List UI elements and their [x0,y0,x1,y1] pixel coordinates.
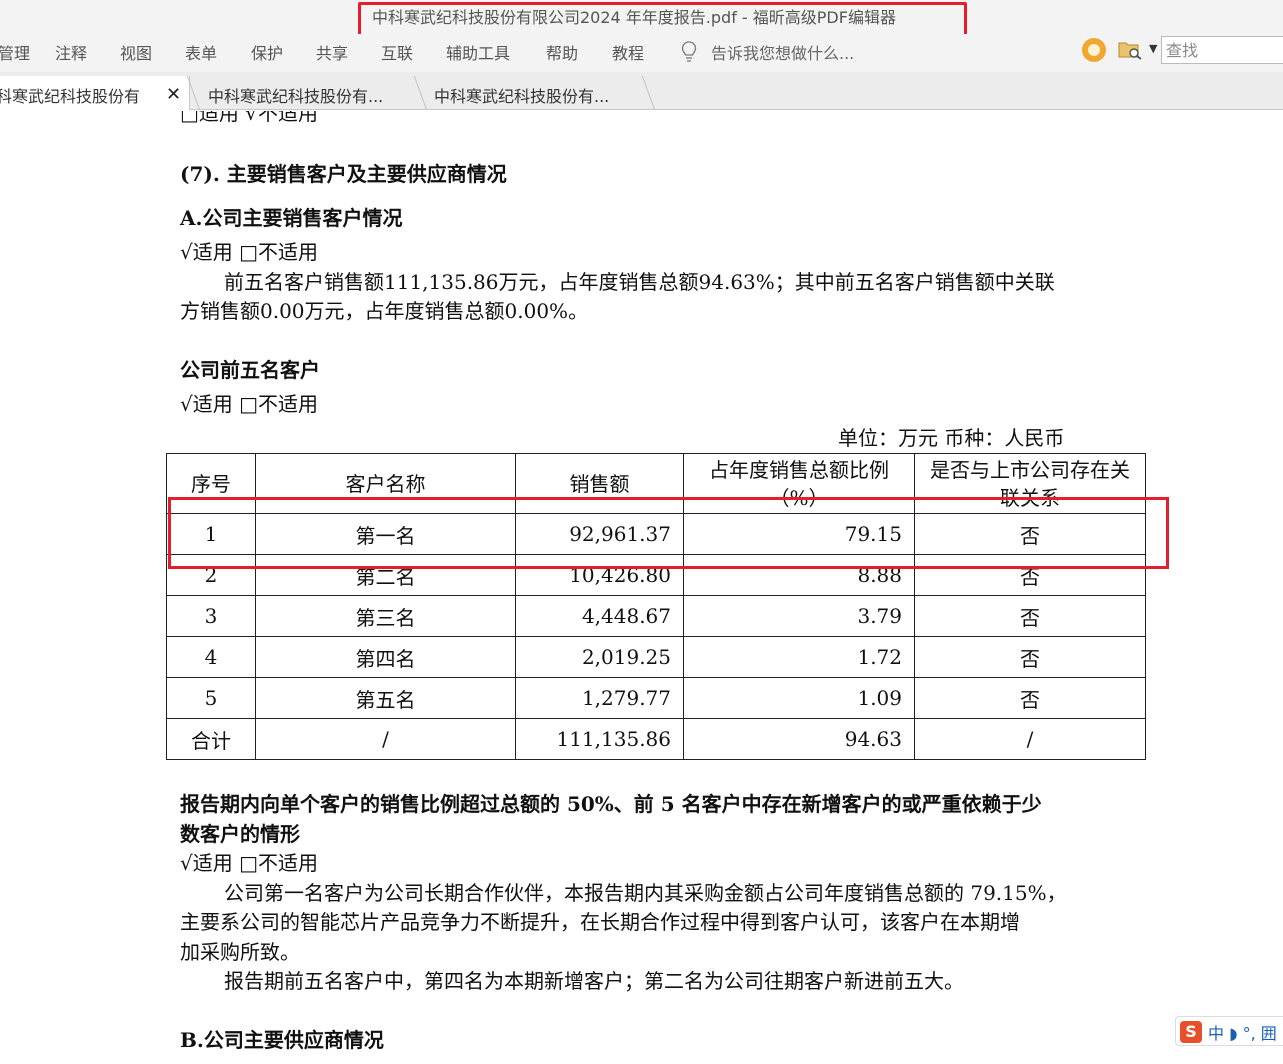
header-cell: 占年度销售总额比例（%） [683,453,915,514]
sogou-logo-icon: S [1180,1021,1202,1043]
table-cell: 第二名 [255,554,516,596]
menu-connect[interactable]: 互联 [381,40,413,64]
search-input[interactable] [1161,36,1283,64]
folder-search-icon[interactable] [1118,40,1142,60]
table-cell: 3 [166,595,256,637]
concentration-heading: 报告期内向单个客户的销售比例超过总额的 50%、前 5 名客户中存在新增客户的或… [180,792,1042,816]
table-row: 2 第二名 10,426.80 8.88 否 [166,554,1146,596]
feedback-smile-icon[interactable] [1082,38,1106,62]
table-cell: 否 [914,595,1146,637]
unit-line: 单位：万元 币种：人民币 [838,426,1065,450]
chevron-down-icon[interactable]: ▼ [1149,42,1157,55]
explanation-line: 报告期前五名客户中，第四名为本期新增客户；第二名为公司往期客户新进前五大。 [224,969,964,993]
table-cell: 3.79 [683,595,915,637]
menu-tutorial[interactable]: 教程 [612,40,644,64]
table-cell: 第四名 [255,636,516,678]
document-page: □适用 √不适用 (7). 主要销售客户及主要供应商情况 A.公司主要销售客户情… [0,111,1283,1064]
summary-text-line: 方销售额0.00万元，占年度销售总额0.00%。 [180,299,589,323]
ime-status: 中 ◗ °, 囲 [1208,1024,1277,1043]
table-cell: 否 [914,677,1146,719]
menu-accessibility[interactable]: 辅助工具 [446,40,510,64]
tell-me-input[interactable]: 告诉我您想做什么... [711,40,854,64]
table-cell: 4,448.67 [515,595,684,637]
table-cell: 否 [914,554,1146,596]
table-cell: 2 [166,554,256,596]
applicability-checkbox: √适用 □不适用 [180,392,318,416]
tab-label: 中科寒武纪科技股份有... [0,87,140,106]
explanation-line: 主要系公司的智能芯片产品竞争力不断提升，在长期合作过程中得到客户认可，该客户在本… [180,910,1020,934]
explanation-line: 加采购所致。 [180,940,300,964]
table-cell: 第一名 [255,513,516,555]
applicability-checkbox: √适用 □不适用 [180,851,318,875]
menu-manage[interactable]: 管理 [0,40,30,64]
table-cell: / [255,718,516,760]
table-cell: 92,961.37 [515,513,684,555]
tab-document-2[interactable]: 中科寒武纪科技股份有... [196,76,418,110]
menu-view[interactable]: 视图 [120,40,152,64]
table-cell: 79.15 [683,513,915,555]
tab-label: 中科寒武纪科技股份有... [208,87,384,106]
header-cell: 客户名称 [255,453,516,514]
header-cell: 序号 [166,453,256,514]
table-cell: 1.72 [683,636,915,678]
tab-label: 中科寒武纪科技股份有... [434,87,610,106]
close-icon[interactable]: ✕ [166,84,181,105]
table-cell: 1.09 [683,677,915,719]
table-cell: / [914,718,1146,760]
lightbulb-icon [681,41,697,62]
table-total-row: 合计 / 111,135.86 94.63 / [166,718,1146,760]
table-cell: 合计 [166,718,256,760]
table-row: 4 第四名 2,019.25 1.72 否 [166,636,1146,678]
explanation-line: 公司第一名客户为公司长期合作伙伴，本报告期内其采购金额占公司年度销售总额的 79… [224,881,1067,905]
table-cell: 10,426.80 [515,554,684,596]
header-cell: 销售额 [515,453,684,514]
menu-annotate[interactable]: 注释 [55,40,87,64]
ime-toolbar[interactable]: S 中 ◗ °, 囲 [1175,1016,1283,1046]
menu-help[interactable]: 帮助 [546,40,578,64]
table-cell: 第三名 [255,595,516,637]
table-row: 5 第五名 1,279.77 1.09 否 [166,677,1146,719]
tab-document-active[interactable]: 中科寒武纪科技股份有... ✕ [0,76,190,110]
section-heading: (7). 主要销售客户及主要供应商情况 [180,162,507,186]
table-cell: 111,135.86 [515,718,684,760]
table-cell: 4 [166,636,256,678]
summary-text-line: 前五名客户销售额111,135.86万元，占年度销售总额94.63%；其中前五名… [224,270,1055,294]
subsection-heading-b: B.公司主要供应商情况 [180,1028,384,1052]
tab-document-3[interactable]: 中科寒武纪科技股份有... [422,76,654,110]
menu-protect[interactable]: 保护 [251,40,283,64]
table-header-row: 序号 客户名称 销售额 占年度销售总额比例（%） 是否与上市公司存在关联关系 [166,453,1146,514]
clipped-applicability-line: □适用 √不适用 [180,111,318,125]
table-row: 1 第一名 92,961.37 79.15 否 [166,513,1146,555]
menu-share[interactable]: 共享 [316,40,348,64]
table-cell: 1 [166,513,256,555]
table-cell: 2,019.25 [515,636,684,678]
menu-form[interactable]: 表单 [185,40,217,64]
table-cell: 第五名 [255,677,516,719]
applicability-checkbox: √适用 □不适用 [180,240,318,264]
table-cell: 5 [166,677,256,719]
table-cell: 否 [914,636,1146,678]
table-cell: 8.88 [683,554,915,596]
table-cell: 94.63 [683,718,915,760]
table-cell: 否 [914,513,1146,555]
top5-heading: 公司前五名客户 [180,358,320,382]
table-cell: 1,279.77 [515,677,684,719]
header-cell: 是否与上市公司存在关联关系 [914,453,1146,514]
subsection-heading-a: A.公司主要销售客户情况 [180,206,403,230]
concentration-heading: 数客户的情形 [180,822,300,846]
table-row: 3 第三名 4,448.67 3.79 否 [166,595,1146,637]
top-customers-table: 序号 客户名称 销售额 占年度销售总额比例（%） 是否与上市公司存在关联关系 1… [166,453,1146,760]
